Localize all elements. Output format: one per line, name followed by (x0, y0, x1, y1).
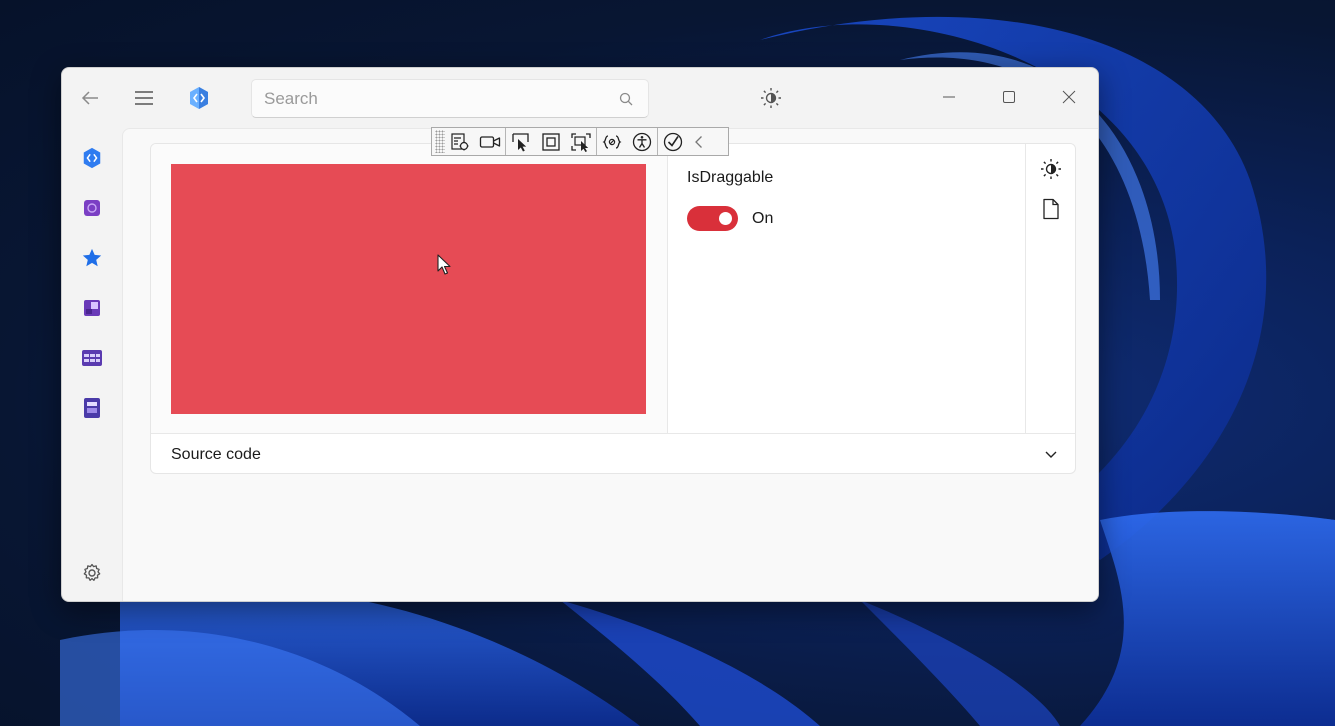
nav-item-favorites[interactable] (77, 243, 107, 273)
search-input[interactable] (264, 88, 636, 109)
sample-side-toolbar (1026, 144, 1075, 433)
sample-preview (151, 144, 667, 433)
binding-icon (602, 134, 622, 149)
home-icon (83, 147, 101, 169)
visual-tree-icon (451, 132, 469, 150)
source-code-label: Source code (171, 446, 261, 463)
binding-failures-button[interactable] (597, 128, 627, 155)
select-pointer-icon (512, 132, 529, 151)
options-panel: IsDraggable On (668, 144, 1025, 433)
nav-item-basic-input[interactable] (77, 193, 107, 223)
focus-select-icon (571, 132, 591, 152)
draggable-rectangle[interactable] (171, 164, 646, 414)
option-label: IsDraggable (687, 169, 774, 186)
live-visual-tree-button[interactable] (445, 128, 475, 155)
nav-item-layout[interactable] (77, 393, 107, 423)
mouse-cursor-icon (437, 254, 451, 275)
nav-item-collections[interactable] (77, 343, 107, 373)
nav-item-home[interactable] (77, 143, 107, 173)
navigation-rail (62, 128, 122, 601)
video-camera-icon (479, 135, 501, 148)
view-source-button[interactable] (1039, 197, 1063, 221)
debug-toolbar (431, 127, 729, 156)
search-icon[interactable] (618, 91, 634, 107)
sample-card: IsDraggable On Source code (150, 143, 1076, 474)
title-bar (62, 68, 1098, 128)
settings-button[interactable] (77, 558, 107, 588)
select-element-button[interactable] (506, 128, 536, 155)
back-button[interactable] (76, 86, 104, 110)
sample-theme-button[interactable] (1039, 157, 1063, 181)
nav-item-controls[interactable] (77, 293, 107, 323)
square-frame-icon (542, 132, 560, 151)
close-icon (1062, 90, 1076, 104)
drag-grip[interactable] (435, 130, 445, 153)
controls-icon (84, 300, 100, 316)
puzzle-icon (84, 200, 100, 216)
gear-icon (83, 563, 101, 581)
toggle-knob (719, 212, 732, 225)
search-box[interactable] (251, 79, 649, 118)
minimize-button[interactable] (934, 84, 964, 110)
theme-toggle-button[interactable] (758, 85, 784, 111)
chevron-down-icon (1045, 451, 1057, 458)
brightness-icon (761, 88, 781, 108)
chevron-left-icon (695, 135, 702, 148)
document-icon (1043, 198, 1059, 220)
brightness-icon (1041, 159, 1061, 179)
app-logo (186, 85, 212, 111)
minimize-icon (943, 96, 955, 98)
layout-icon (84, 398, 100, 418)
maximize-button[interactable] (994, 84, 1024, 110)
hamburger-icon (135, 91, 153, 105)
close-button[interactable] (1054, 84, 1084, 110)
accessibility-checker-button[interactable] (627, 128, 657, 155)
checkmark-circle-icon (663, 132, 683, 151)
record-button[interactable] (475, 128, 505, 155)
isdraggable-toggle[interactable] (687, 206, 738, 231)
hamburger-menu-button[interactable] (130, 86, 158, 110)
collapse-toolbar-button[interactable] (688, 128, 710, 155)
toggle-state-label: On (752, 210, 774, 227)
content-page: IsDraggable On Source code (122, 128, 1098, 601)
source-code-expander[interactable]: Source code (151, 434, 1075, 473)
star-icon (82, 248, 102, 267)
app-logo-icon (190, 87, 208, 109)
accessibility-icon (632, 132, 652, 151)
maximize-icon (1003, 91, 1015, 103)
arrow-left-icon (81, 91, 98, 105)
display-layout-adorners-button[interactable] (536, 128, 566, 155)
hot-reload-status-button[interactable] (658, 128, 688, 155)
grid-icon (82, 350, 102, 366)
track-focus-button[interactable] (566, 128, 596, 155)
